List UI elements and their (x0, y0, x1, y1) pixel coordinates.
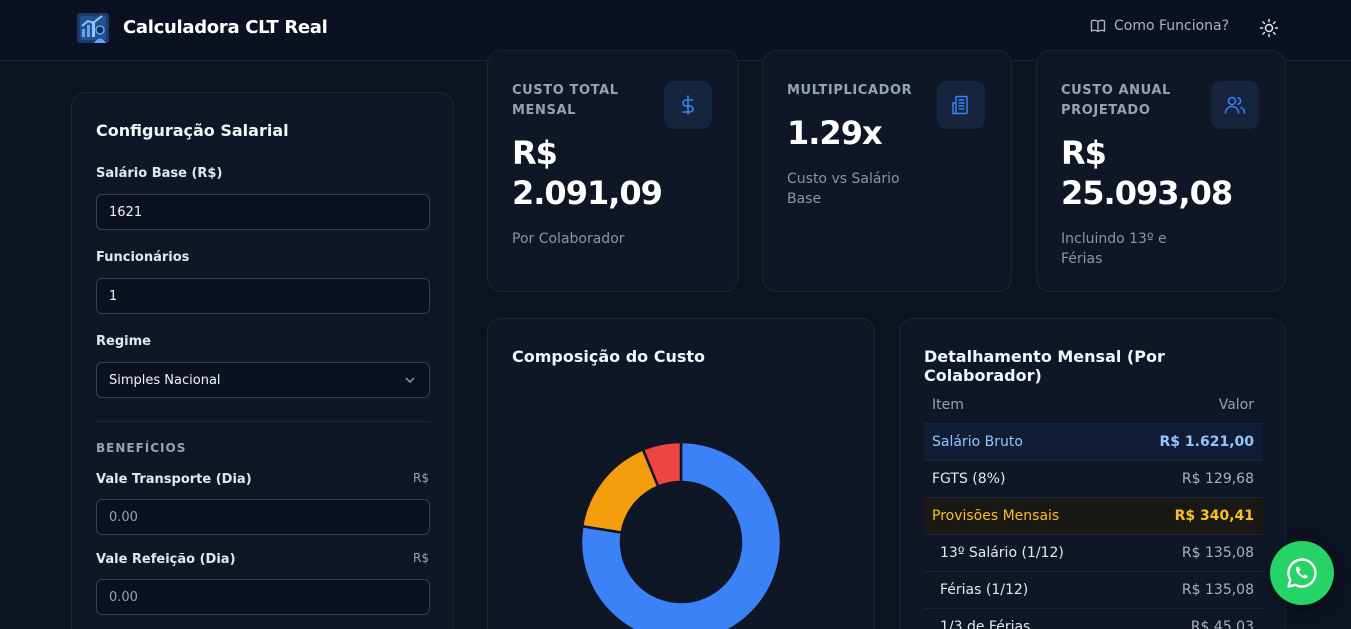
logo-icon[interactable] (75, 10, 111, 46)
dollar-icon-box (664, 81, 712, 129)
row-value: R$ 1.621,00 (1159, 434, 1254, 450)
salary-label: Salário Base (R$) (96, 166, 223, 181)
config-title: Configuração Salarial (96, 121, 289, 140)
multiplier-value: 1.29x (787, 114, 883, 152)
regime-selected-value: Simples Nacional (109, 372, 221, 388)
building-icon (952, 95, 968, 115)
sun-icon[interactable] (1259, 18, 1279, 38)
salary-input[interactable]: 1621 (96, 194, 430, 230)
how-it-works-link[interactable]: Como Funciona? (1090, 18, 1229, 34)
cost-composition-card: Composição do Custo (487, 318, 875, 629)
total-cost-label: CUSTO TOTAL MENSAL (512, 83, 619, 118)
whatsapp-icon (1287, 558, 1317, 588)
row-value: R$ 340,41 (1174, 508, 1254, 524)
row-value: R$ 135,08 (1181, 545, 1254, 561)
section-divider (96, 421, 430, 422)
table-row: 13º Salário (1/12) R$ 135,08 (924, 535, 1263, 572)
row-value: R$ 135,08 (1181, 582, 1254, 598)
multiplier-label: MULTIPLICADOR (787, 83, 913, 98)
dollar-icon (682, 95, 694, 115)
annual-cost-currency: R$ (1061, 134, 1107, 172)
annual-cost-sub: Incluindo 13º e Férias (1061, 231, 1167, 267)
annual-cost-card: CUSTO ANUAL PROJETADO R$ 25.093,08 Inclu… (1036, 50, 1286, 292)
building-icon-box (937, 81, 985, 129)
app-title: Calculadora CLT Real (123, 17, 328, 38)
regime-select[interactable]: Simples Nacional (96, 362, 430, 398)
vr-unit: R$ (413, 551, 429, 565)
users-icon (1224, 96, 1246, 114)
book-icon (1090, 19, 1106, 33)
multiplier-sub: Custo vs Salário Base (787, 171, 900, 207)
users-icon-box (1211, 81, 1259, 129)
vr-label: Vale Refeição (Dia) (96, 552, 236, 567)
table-row: FGTS (8%) R$ 129,68 (924, 461, 1263, 498)
table-row: Provisões Mensais R$ 340,41 (924, 498, 1263, 535)
cost-donut-chart (581, 442, 781, 629)
row-item: 1/3 de Férias (940, 619, 1031, 629)
chevron-down-icon (405, 377, 415, 383)
table-header: Item Valor (924, 386, 1263, 424)
employees-label: Funcionários (96, 250, 190, 265)
how-it-works-label: Como Funciona? (1114, 18, 1230, 34)
detail-table: Item Valor Salário Bruto R$ 1.621,00 FGT… (924, 386, 1263, 629)
regime-label: Regime (96, 334, 151, 349)
annual-cost-label: CUSTO ANUAL PROJETADO (1061, 83, 1171, 118)
benefits-section-title: BENEFÍCIOS (96, 441, 187, 455)
col-item-header: Item (932, 396, 964, 413)
row-item: FGTS (8%) (932, 471, 1006, 487)
row-item: Salário Bruto (932, 434, 1023, 450)
row-item: Provisões Mensais (932, 508, 1060, 524)
row-value: R$ 45,03 (1190, 619, 1254, 629)
annual-cost-value: 25.093,08 (1061, 174, 1233, 212)
vt-label: Vale Transporte (Dia) (96, 472, 252, 487)
vt-unit: R$ (413, 471, 429, 485)
total-cost-card: CUSTO TOTAL MENSAL R$ 2.091,09 Por Colab… (487, 50, 739, 292)
vr-input[interactable]: 0.00 (96, 579, 430, 615)
whatsapp-button[interactable] (1270, 541, 1334, 605)
monthly-detail-card: Detalhamento Mensal (Por Colaborador) It… (899, 318, 1286, 629)
row-item: Férias (1/12) (940, 582, 1029, 598)
row-item: 13º Salário (1/12) (940, 545, 1064, 561)
table-row: Férias (1/12) R$ 135,08 (924, 572, 1263, 609)
vt-input[interactable]: 0.00 (96, 499, 430, 535)
table-row: Salário Bruto R$ 1.621,00 (924, 424, 1263, 461)
total-cost-value: 2.091,09 (512, 174, 663, 212)
salary-config-panel: Configuração Salarial Salário Base (R$) … (71, 92, 454, 629)
detail-title: Detalhamento Mensal (Por Colaborador) (924, 347, 1165, 385)
col-value-header: Valor (1218, 396, 1254, 413)
total-cost-currency: R$ (512, 134, 558, 172)
composition-title: Composição do Custo (512, 347, 706, 366)
table-row: 1/3 de Férias R$ 45,03 (924, 609, 1263, 629)
total-cost-sub: Por Colaborador (512, 231, 625, 247)
employees-input[interactable]: 1 (96, 278, 430, 314)
multiplier-card: MULTIPLICADOR 1.29x Custo vs Salário Bas… (762, 50, 1012, 292)
row-value: R$ 129,68 (1181, 471, 1254, 487)
